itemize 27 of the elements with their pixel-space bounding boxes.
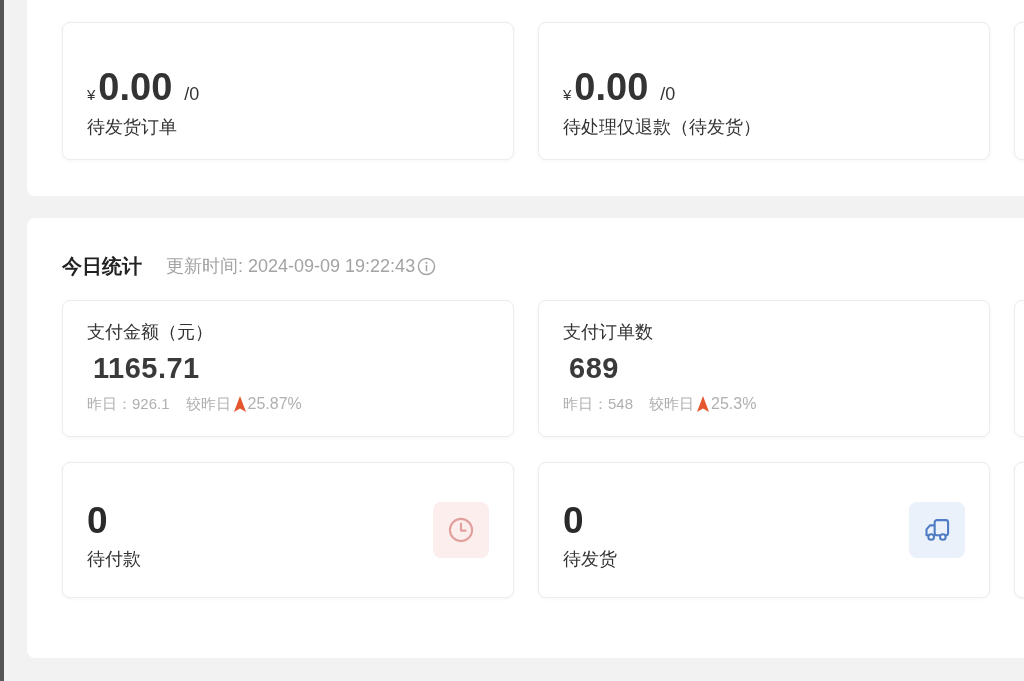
status-label: 待发货 (563, 547, 617, 571)
status-label: 待付款 (87, 547, 141, 571)
compare-label: 较昨日 (185, 393, 231, 414)
yesterday-value: 昨日：926.1 (87, 393, 170, 414)
status-count: 0 (87, 501, 108, 540)
currency-symbol: ¥ (87, 85, 96, 105)
clock-icon (433, 502, 489, 558)
truck-icon (909, 502, 965, 558)
status-count: 0 (563, 501, 584, 540)
amount: 0.00 (574, 67, 649, 107)
yesterday-value: 昨日：548 (563, 393, 634, 414)
order-count: /0 (660, 83, 676, 106)
order-count: /0 (184, 83, 200, 106)
metric-value: 1165.71 (93, 351, 200, 386)
section-title: 今日统计 (62, 254, 142, 279)
change-percent: 25.3% (711, 394, 757, 414)
card-label: 待发货订单 (87, 116, 177, 139)
metric-label: 支付订单数 (563, 321, 653, 344)
card-label: 待处理仅退款（待发货） (563, 116, 761, 139)
update-time: 更新时间: 2024-09-09 19:22:43 (166, 254, 416, 278)
metric-value: 689 (569, 351, 619, 386)
info-icon[interactable] (417, 256, 437, 276)
compare-label: 较昨日 (649, 393, 695, 414)
amount: 0.00 (98, 67, 173, 107)
metric-label: 支付金额（元） (87, 321, 213, 344)
currency-symbol: ¥ (563, 85, 572, 105)
change-percent: 25.87% (247, 394, 302, 414)
